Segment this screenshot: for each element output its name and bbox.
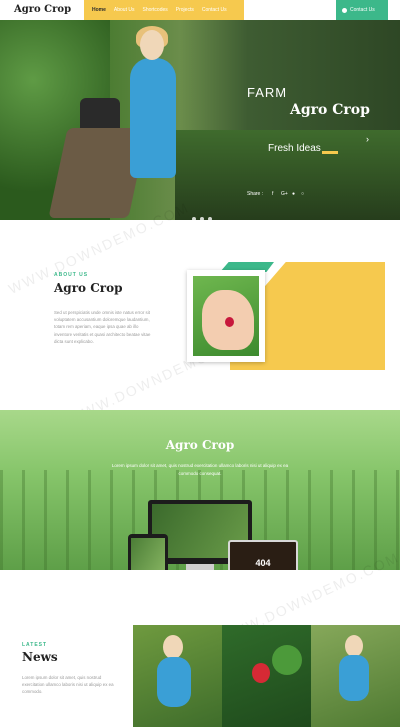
hero-subtitle: Fresh Ideas <box>268 143 321 154</box>
facebook-icon[interactable]: f <box>272 191 273 197</box>
contact-us-button[interactable]: Contact Us <box>336 0 388 20</box>
news-title: News <box>22 650 58 664</box>
hero-slider: FARM Agro Crop Fresh Ideas › Share : f G… <box>0 20 400 220</box>
leaf-image <box>272 645 302 675</box>
site-logo[interactable]: Agro Crop <box>14 4 71 15</box>
news-section: WWW.DOWNDEMO.COM LATEST News Lorem ipsum… <box>0 549 400 727</box>
hero-farm-text: FARM <box>247 85 288 100</box>
person-head <box>345 635 363 657</box>
next-slide-arrow-icon[interactable]: › <box>366 134 369 144</box>
share-label: Share : <box>247 191 264 197</box>
news-image-2[interactable] <box>222 625 311 727</box>
nav-projects[interactable]: Projects <box>176 7 194 13</box>
person-body <box>339 655 369 701</box>
laptop-404-text: 404 <box>255 558 271 568</box>
page: Agro Crop Home About Us Shortcodes Proje… <box>0 0 400 727</box>
contact-us-label: Contact Us <box>350 7 375 13</box>
nav-about[interactable]: About Us <box>114 7 135 13</box>
news-label: LATEST <box>22 642 48 648</box>
strawberry-image <box>252 663 270 683</box>
nav-home[interactable]: Home <box>92 7 106 13</box>
about-title: Agro Crop <box>54 281 123 295</box>
top-bar: Agro Crop Home About Us Shortcodes Proje… <box>0 0 400 20</box>
google-plus-icon[interactable]: G+ <box>281 191 288 197</box>
news-text: Lorem ipsum dolor sit amet, quis nostrud… <box>22 675 114 695</box>
about-section: WWW.DOWNDEMO.COM WWW.DOWNDEMO.COM ABOUT … <box>0 199 400 427</box>
pinterest-icon[interactable]: ○ <box>301 191 304 197</box>
main-nav: Home About Us Shortcodes Projects Contac… <box>84 0 244 20</box>
banner-text: Lorem ipsum dolor sit amet, quis nostrud… <box>111 463 289 476</box>
woman-head <box>140 30 164 60</box>
about-label: ABOUT US <box>54 272 89 278</box>
woman-image <box>130 58 176 178</box>
person-head <box>163 635 183 659</box>
nav-shortcodes[interactable]: Shortcodes <box>142 7 167 13</box>
mail-icon <box>342 7 347 13</box>
hero-underline <box>322 151 338 154</box>
tablet-screen <box>131 538 165 570</box>
hero-title: Agro Crop <box>290 102 370 118</box>
about-text: Sed ut perspiciatis unde omnis iste natu… <box>54 310 151 344</box>
berry-image <box>225 317 234 327</box>
nav-contact[interactable]: Contact Us <box>202 7 227 13</box>
devices-banner: Agro Crop Lorem ipsum dolor sit amet, qu… <box>0 410 400 570</box>
news-image-1[interactable] <box>133 625 222 727</box>
twitter-icon[interactable]: ● <box>292 191 295 197</box>
banner-title: Agro Crop <box>165 438 235 452</box>
person-body <box>157 657 191 707</box>
news-image-3[interactable] <box>311 625 400 727</box>
